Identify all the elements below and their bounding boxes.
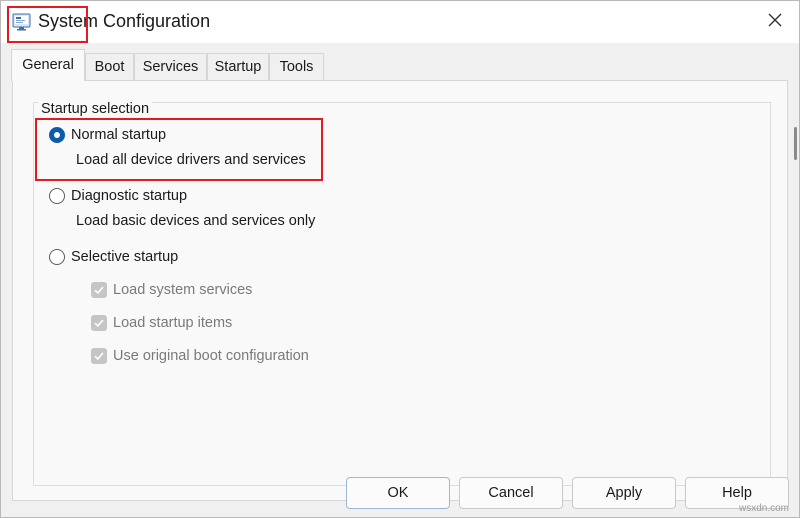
load-system-services-checkbox[interactable]: Load system services [91, 282, 252, 298]
title-bar: System Configuration [1, 1, 799, 43]
radio-unselected[interactable] [49, 188, 65, 204]
load-system-services-label: Load system services [113, 282, 253, 298]
load-startup-items-label: Load startup items [113, 315, 233, 331]
tab-startup[interactable]: Startup [207, 53, 269, 80]
close-icon [767, 12, 783, 33]
tab-tools[interactable]: Tools [269, 53, 324, 80]
close-button[interactable] [753, 4, 797, 40]
ok-button[interactable]: OK [346, 477, 450, 509]
system-configuration-window: System Configuration General Boot Servic… [0, 0, 800, 518]
use-original-boot-config-label: Use original boot configuration [113, 348, 309, 364]
tab-general[interactable]: General [11, 49, 85, 81]
tab-strip: General Boot Services Startup Tools [1, 43, 799, 81]
dialog-body: General Boot Services Startup Tools Star… [1, 43, 799, 517]
selective-startup-label: Selective startup [71, 249, 179, 265]
diagnostic-startup-description: Load basic devices and services only [76, 213, 316, 229]
tab-boot[interactable]: Boot [85, 53, 134, 80]
normal-startup-description: Load all device drivers and services [76, 152, 306, 168]
diagnostic-startup-label: Diagnostic startup [71, 188, 188, 204]
diagnostic-startup-radio[interactable]: Diagnostic startup [49, 188, 187, 204]
radio-unselected[interactable] [49, 249, 65, 265]
watermark-text: wsxdn.com [739, 503, 790, 514]
system-config-app-icon [12, 12, 32, 32]
cancel-button[interactable]: Cancel [459, 477, 563, 509]
radio-selected[interactable] [49, 127, 65, 143]
scrollbar-thumb[interactable] [794, 127, 797, 160]
checkmark-icon[interactable] [91, 315, 107, 331]
scrollbar-track[interactable] [793, 43, 799, 517]
load-startup-items-checkbox[interactable]: Load startup items [91, 315, 232, 331]
tab-services[interactable]: Services [134, 53, 207, 80]
normal-startup-radio[interactable]: Normal startup [49, 127, 166, 143]
window-title: System Configuration [38, 11, 211, 31]
use-original-boot-config-checkbox[interactable]: Use original boot configuration [91, 348, 309, 364]
normal-startup-label: Normal startup [71, 127, 167, 143]
apply-button[interactable]: Apply [572, 477, 676, 509]
startup-selection-legend: Startup selection [38, 101, 153, 117]
checkmark-icon[interactable] [91, 348, 107, 364]
selective-startup-radio[interactable]: Selective startup [49, 249, 178, 265]
checkmark-icon[interactable] [91, 282, 107, 298]
